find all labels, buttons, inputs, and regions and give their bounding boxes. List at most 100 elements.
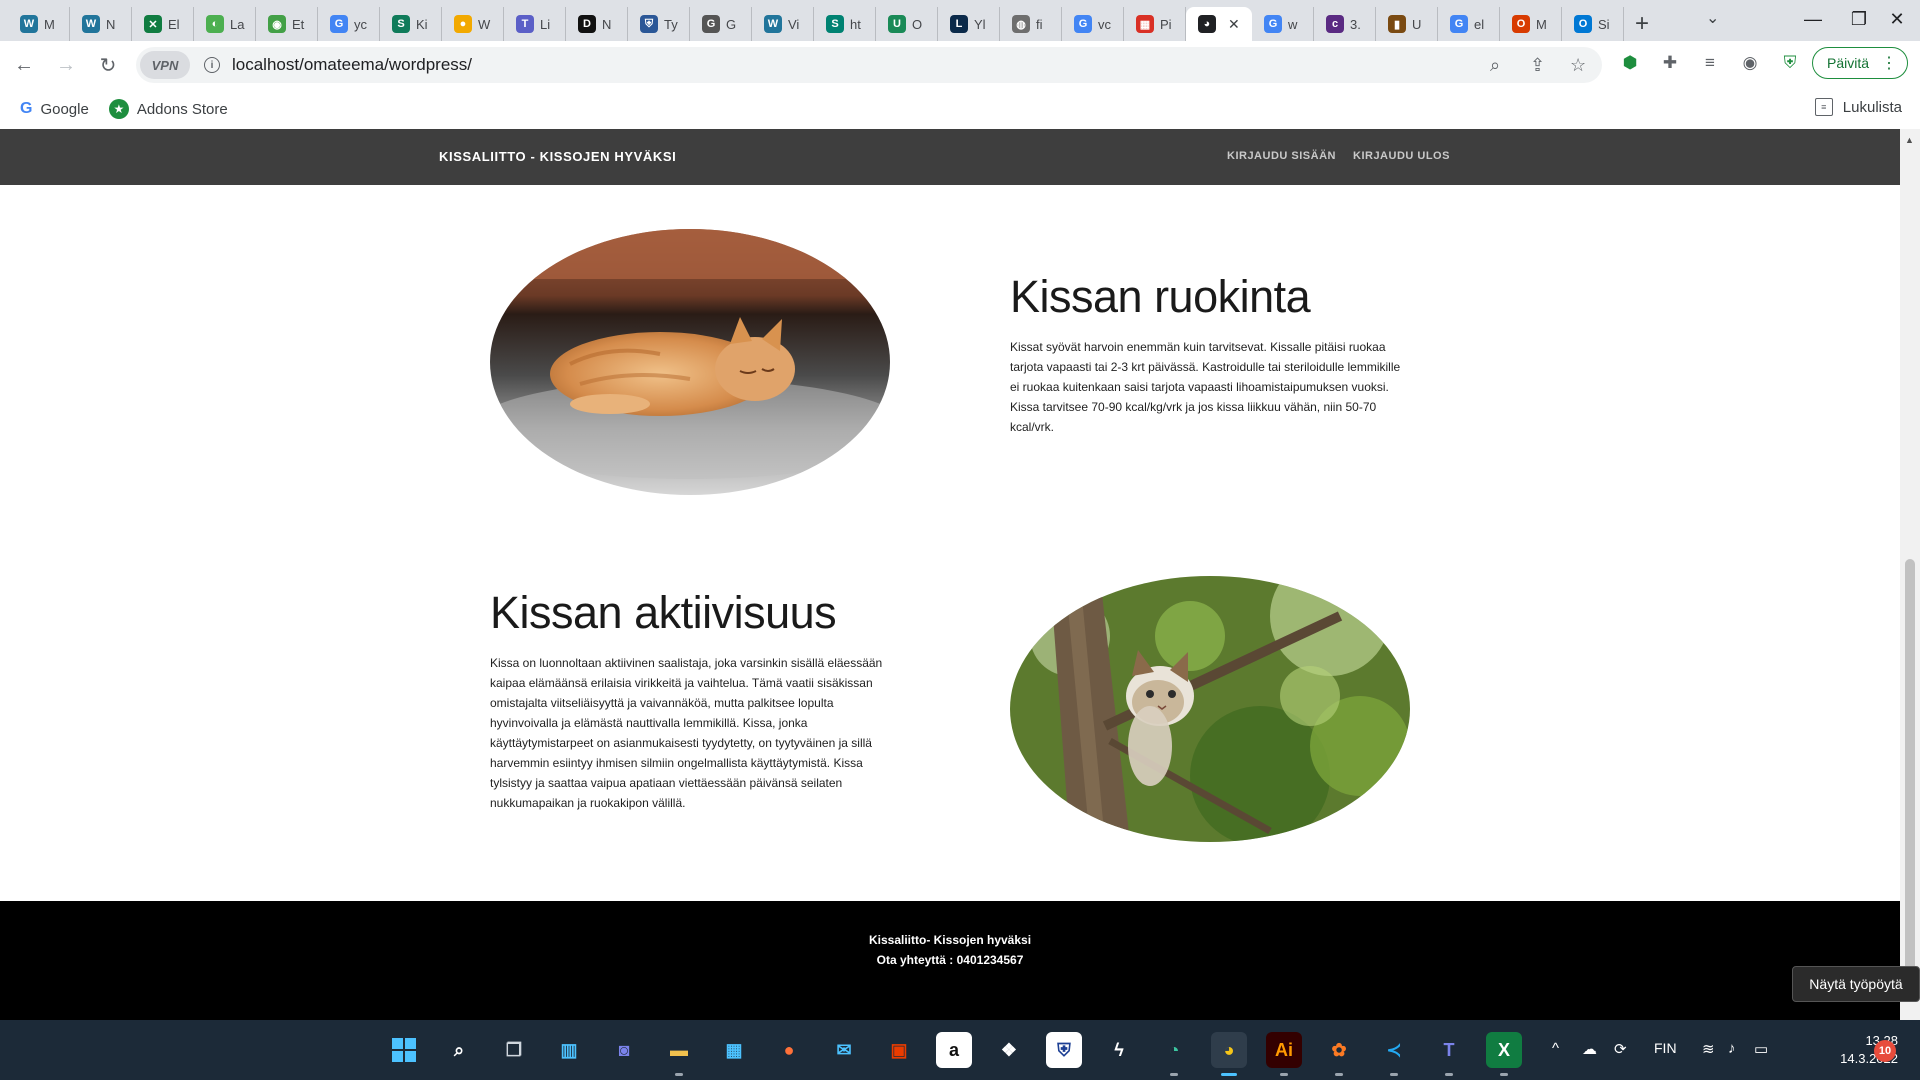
bookmark-addons-store[interactable]: ★ Addons Store	[108, 99, 228, 119]
minimize-button[interactable]: —	[1790, 4, 1836, 34]
browser-tab[interactable]: ◍ fi	[1000, 7, 1062, 41]
sync-icon[interactable]: ⟳	[1614, 1040, 1627, 1058]
scroll-thumb[interactable]	[1905, 559, 1915, 999]
security-shield-icon[interactable]: ⛨	[1778, 51, 1802, 75]
vscode-icon[interactable]: ≺	[1376, 1032, 1412, 1076]
nav-login-link[interactable]: KIRJAUDU SISÄÄN	[1227, 150, 1336, 162]
bookmark-google[interactable]: G Google	[20, 100, 89, 118]
bookmark-star-icon[interactable]: ☆	[1570, 55, 1586, 76]
xampp-icon[interactable]: ✿	[1321, 1032, 1357, 1076]
browser-tab[interactable]: W Vi	[752, 7, 814, 41]
sleeping-kitten-illustration	[490, 229, 890, 495]
address-bar[interactable]: VPN i localhost/omateema/wordpress/ ⌕ ⇪ …	[136, 47, 1602, 83]
browser-tab[interactable]: ▮ U	[1376, 7, 1438, 41]
new-tab-button[interactable]: +	[1624, 7, 1660, 41]
illustrator-icon[interactable]: Ai	[1266, 1032, 1302, 1076]
browser-tab[interactable]: DN	[566, 7, 628, 41]
teams-chat-icon[interactable]: ◙	[606, 1032, 642, 1068]
url-text[interactable]: localhost/omateema/wordpress/	[232, 55, 472, 75]
browser-app-icon[interactable]: ◕	[1211, 1032, 1247, 1076]
close-window-button[interactable]: ✕	[1874, 4, 1920, 34]
browser-tab[interactable]: Sht	[814, 7, 876, 41]
active-indicator	[1221, 1073, 1237, 1076]
site-title[interactable]: KISSALIITTO - KISSOJEN HYVÄKSI	[439, 149, 676, 164]
browser-tab[interactable]: WM	[8, 7, 70, 41]
task-view-icon[interactable]: ❐	[496, 1032, 532, 1068]
browser-tab[interactable]: L Yl	[938, 7, 1000, 41]
amazon-icon[interactable]: a	[936, 1032, 972, 1068]
media-queue-icon[interactable]: ≡	[1698, 51, 1722, 75]
browser-tab[interactable]: GG	[690, 7, 752, 41]
browser-tab[interactable]: ◉ Et	[256, 7, 318, 41]
tab-favicon-icon: ✕	[144, 15, 162, 33]
lightning-app-icon[interactable]: ϟ	[1101, 1032, 1137, 1068]
show-desktop-tooltip: Näytä työpöytä	[1792, 966, 1920, 1002]
tab-search-chevron-icon[interactable]: ⌄	[1706, 8, 1719, 28]
tab-favicon-icon: W	[764, 15, 782, 33]
search-icon[interactable]: ⌕	[441, 1032, 477, 1068]
forward-button[interactable]: →	[48, 47, 84, 83]
running-indicator	[1500, 1073, 1508, 1076]
file-explorer-icon[interactable]: ▬	[661, 1032, 697, 1076]
browser-tab[interactable]: Gel	[1438, 7, 1500, 41]
browser-tab[interactable]: ⛨ Ty	[628, 7, 690, 41]
volume-icon[interactable]: ♪	[1728, 1040, 1736, 1057]
browser-tab[interactable]: ▦ Pi	[1124, 7, 1186, 41]
browser-tab[interactable]: ✕ El	[132, 7, 194, 41]
tab-close-icon[interactable]: ✕	[1228, 16, 1240, 33]
tab-active[interactable]: ◕ ✕	[1186, 7, 1252, 41]
edge-icon[interactable]: ◔	[1156, 1032, 1192, 1076]
reload-button[interactable]: ↻	[90, 47, 126, 83]
google-icon: G	[20, 100, 33, 117]
excel-icon[interactable]: X	[1486, 1032, 1522, 1076]
office-icon[interactable]: ▣	[881, 1032, 917, 1068]
onedrive-error-icon[interactable]: ☁	[1582, 1040, 1597, 1058]
tab-favicon-icon: G	[1264, 15, 1282, 33]
browser-tab[interactable]: Gw	[1252, 7, 1314, 41]
mail-icon[interactable]: ✉	[826, 1032, 862, 1068]
browser-tab[interactable]: T Li	[504, 7, 566, 41]
browser-tab[interactable]: WN	[70, 7, 132, 41]
browser-tab[interactable]: c 3.	[1314, 7, 1376, 41]
page-scrollbar[interactable]: ▲	[1900, 129, 1920, 1020]
browser-tab[interactable]: Gyc	[318, 7, 380, 41]
vpn-chip[interactable]: VPN	[140, 51, 190, 79]
tab-title: M	[1536, 16, 1547, 32]
browser-tab[interactable]: ● W	[442, 7, 504, 41]
reading-list-button[interactable]: ≡ Lukulista	[1814, 98, 1902, 116]
wifi-icon[interactable]: ≋	[1702, 1040, 1715, 1058]
microsoft-store-icon[interactable]: ▦	[716, 1032, 752, 1068]
notification-badge[interactable]: 10	[1874, 1040, 1896, 1062]
back-button[interactable]: ←	[6, 47, 42, 83]
section-title-activity: Kissan aktiivisuus	[490, 587, 837, 638]
profile-avatar-icon[interactable]: ◉	[1738, 51, 1762, 75]
teams-icon[interactable]: T	[1431, 1032, 1467, 1076]
nav-logout-link[interactable]: KIRJAUDU ULOS	[1353, 150, 1450, 162]
zoom-icon[interactable]: ⌕	[1490, 55, 1500, 76]
share-icon[interactable]: ⇪	[1530, 55, 1545, 76]
browser-tab[interactable]: OM	[1500, 7, 1562, 41]
firefox-icon[interactable]: ●	[771, 1032, 807, 1068]
browser-tab[interactable]: ◐ La	[194, 7, 256, 41]
security-app-icon[interactable]: ⛨	[1046, 1032, 1082, 1068]
browser-tab[interactable]: Gvc	[1062, 7, 1124, 41]
tab-title: Vi	[788, 16, 800, 32]
dropbox-icon[interactable]: ❖	[991, 1032, 1027, 1068]
windows-taskbar: ⌕ ❐ ▥ ◙ ▬ ▦ ● ✉ ▣ a ❖ ⛨ ϟ ◔ ◕ Ai ✿ ≺ T X…	[0, 1020, 1920, 1080]
language-indicator[interactable]: FIN	[1654, 1040, 1677, 1056]
update-button[interactable]: Päivitä ⋮	[1812, 47, 1908, 79]
browser-tab[interactable]: S Ki	[380, 7, 442, 41]
browser-tab[interactable]: O Si	[1562, 7, 1624, 41]
menu-dots-icon[interactable]: ⋮	[1881, 53, 1897, 73]
extensions-puzzle-icon[interactable]: ✚	[1658, 51, 1682, 75]
adblock-extension-icon[interactable]: ⬢	[1618, 51, 1642, 75]
start-button[interactable]	[386, 1032, 422, 1068]
browser-tab[interactable]: UO	[876, 7, 938, 41]
reading-list-label: Lukulista	[1842, 98, 1902, 116]
tray-expand-chevron-icon[interactable]: ^	[1552, 1040, 1559, 1057]
scroll-up-arrow-icon[interactable]: ▲	[1905, 135, 1914, 145]
site-info-icon[interactable]: i	[204, 57, 220, 73]
tab-title: Ty	[664, 16, 678, 32]
battery-icon[interactable]: ▭	[1754, 1040, 1768, 1058]
widgets-icon[interactable]: ▥	[551, 1032, 587, 1068]
